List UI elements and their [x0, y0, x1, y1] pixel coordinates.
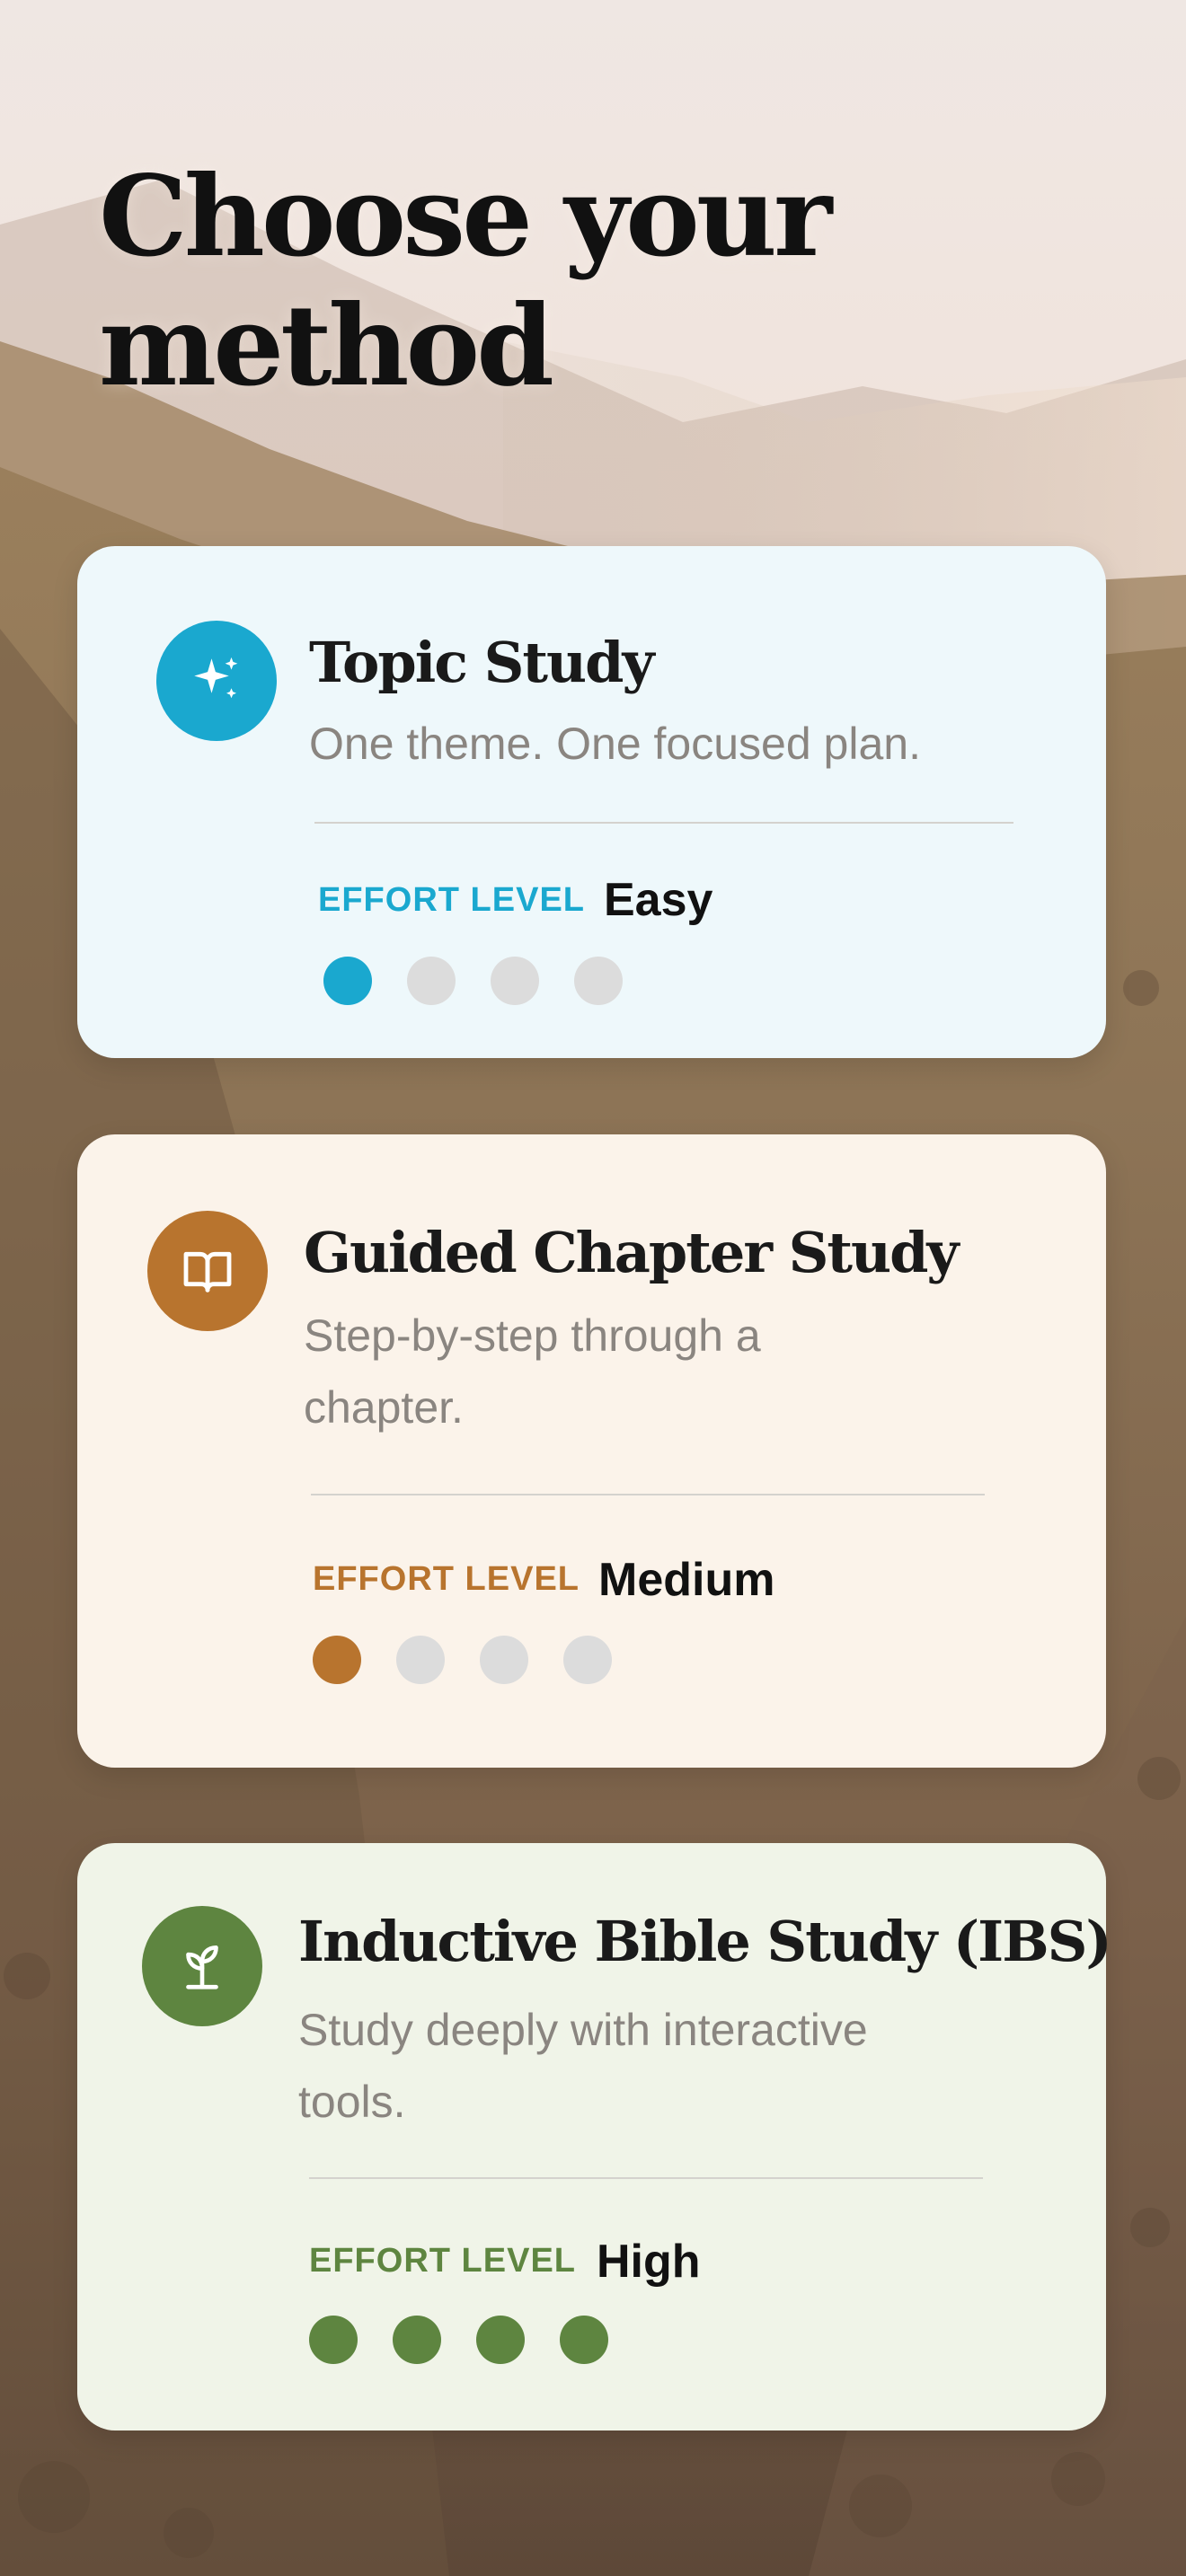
- effort-level-indicator: [313, 1636, 612, 1684]
- divider: [314, 822, 1013, 824]
- divider: [309, 2177, 983, 2179]
- method-icon-badge: [147, 1211, 268, 1331]
- method-title: Topic Study: [309, 630, 654, 695]
- effort-dot: [574, 957, 623, 1005]
- effort-dot: [396, 1636, 445, 1684]
- effort-level-value: High: [597, 2236, 701, 2288]
- method-title: Inductive Bible Study (IBS): [298, 1909, 1112, 1974]
- effort-level-indicator: [309, 2316, 608, 2364]
- effort-dot: [563, 1636, 612, 1684]
- method-card-inductive-bible-study[interactable]: Inductive Bible Study (IBS) Study deeply…: [77, 1843, 1112, 2430]
- effort-dot: [560, 2316, 608, 2364]
- sparkles-icon: [194, 657, 238, 699]
- effort-dot: [491, 957, 539, 1005]
- effort-level-indicator: [323, 957, 623, 1005]
- method-description: Step-by-step through a chapter.: [304, 1310, 761, 1433]
- effort-dot: [407, 957, 456, 1005]
- effort-level-label: EFFORT LEVEL: [309, 2242, 576, 2280]
- method-description: Study deeply with interactive tools.: [298, 2005, 868, 2127]
- divider: [311, 1494, 985, 1495]
- effort-dot: [393, 2316, 441, 2364]
- page-title: Choose your method: [99, 152, 832, 411]
- effort-level-label: EFFORT LEVEL: [318, 881, 585, 919]
- effort-dot: [323, 957, 372, 1005]
- method-description: One theme. One focused plan.: [309, 719, 921, 769]
- effort-level-value: Medium: [598, 1554, 775, 1606]
- effort-dot: [309, 2316, 358, 2364]
- method-card-guided-chapter-study[interactable]: Guided Chapter Study Step-by-step throug…: [77, 1134, 1106, 1768]
- method-icon-badge: [142, 1906, 262, 2026]
- open-book-icon: [183, 1251, 232, 1292]
- method-card-topic-study[interactable]: Topic Study One theme. One focused plan.…: [77, 546, 1106, 1058]
- effort-dot: [313, 1636, 361, 1684]
- method-title: Guided Chapter Study: [304, 1220, 959, 1285]
- sprout-icon: [186, 1945, 218, 1989]
- effort-level-value: Easy: [604, 874, 713, 926]
- effort-level-label: EFFORT LEVEL: [313, 1560, 580, 1598]
- method-icon-badge: [156, 621, 277, 741]
- effort-dot: [476, 2316, 525, 2364]
- effort-dot: [480, 1636, 528, 1684]
